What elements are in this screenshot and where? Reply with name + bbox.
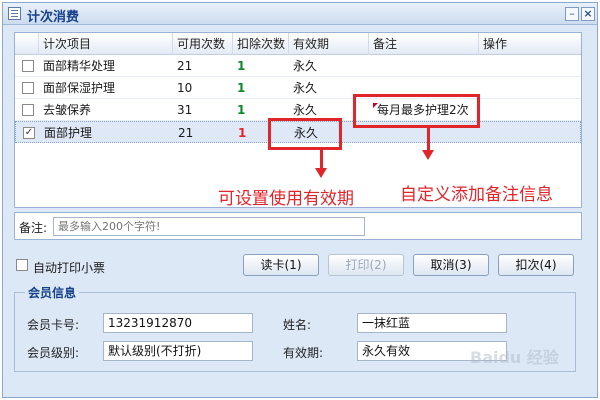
validity-cell[interactable]: 永久 [289, 55, 369, 77]
expiry-label: 有效期: [283, 346, 324, 360]
header-available[interactable]: 可用次数 [173, 33, 233, 55]
minimize-button[interactable]: – [565, 7, 579, 21]
print-button[interactable]: 打印(2) [328, 254, 404, 276]
auto-print-label[interactable]: 自动打印小票 [33, 259, 105, 276]
member-info-legend: 会员信息 [25, 284, 80, 301]
watermark-text: Baidu 经验 [470, 348, 559, 367]
header-deduct[interactable]: 扣除次数 [233, 33, 289, 55]
available-count: 10 [177, 81, 193, 95]
row-checkbox[interactable] [22, 104, 34, 116]
available-count: 21 [177, 59, 193, 73]
deduct-count[interactable]: 1 [233, 55, 289, 77]
validity-arrow-head [315, 168, 327, 178]
header-operation[interactable]: 操作 [479, 33, 581, 55]
name-label: 姓名: [283, 318, 312, 332]
list-icon [8, 7, 21, 20]
card-number-label: 会员卡号: [27, 318, 80, 332]
member-level-field[interactable]: 默认级别(不打折) [103, 341, 253, 361]
row-checkbox[interactable] [22, 82, 34, 94]
title-bar: 计次消费 – × [3, 3, 597, 25]
header-validity[interactable]: 有效期 [289, 33, 369, 55]
validity-annotation: 可设置使用有效期 [218, 189, 354, 209]
cancel-button[interactable]: 取消(3) [413, 254, 489, 276]
grid-header: 计次项目 可用次数 扣除次数 有效期 备注 操作 [15, 33, 581, 55]
validity-highlight-box [268, 118, 342, 150]
row-checkbox[interactable]: ✓ [23, 127, 35, 139]
name-field[interactable]: 一抹红蓝 [357, 313, 507, 333]
note-highlight-box [353, 94, 480, 128]
note-arrow-shaft [427, 128, 430, 152]
note-cell[interactable] [369, 55, 479, 77]
item-name: 面部护理 [44, 126, 93, 140]
window-title: 计次消费 [27, 10, 80, 25]
close-button[interactable]: × [581, 7, 595, 21]
remark-row: 备注: [14, 212, 582, 240]
item-name: 面部精华处理 [43, 59, 116, 73]
header-check-column [15, 33, 39, 55]
item-name: 面部保湿护理 [43, 81, 116, 95]
header-item[interactable]: 计次项目 [39, 33, 173, 55]
item-name: 去皱保养 [43, 103, 92, 117]
row-checkbox[interactable] [22, 60, 34, 72]
validity-arrow-shaft [320, 150, 323, 170]
card-number-field[interactable]: 13231912870 [103, 313, 253, 333]
table-row[interactable]: 面部保湿护理 10 1 永久 [15, 77, 581, 99]
auto-print-checkbox[interactable] [16, 259, 28, 271]
note-arrow-head [422, 150, 434, 160]
note-annotation: 自定义添加备注信息 [400, 185, 553, 205]
available-count: 31 [177, 103, 193, 117]
available-count: 21 [178, 126, 194, 140]
remark-label: 备注: [19, 221, 48, 235]
remark-input[interactable] [53, 217, 365, 236]
member-level-label: 会员级别: [27, 346, 80, 360]
deduct-button[interactable]: 扣次(4) [498, 254, 574, 276]
header-note[interactable]: 备注 [369, 33, 479, 55]
read-card-button[interactable]: 读卡(1) [243, 254, 319, 276]
deduct-count[interactable]: 1 [233, 77, 289, 99]
table-row[interactable]: 面部精华处理 21 1 永久 [15, 55, 581, 77]
